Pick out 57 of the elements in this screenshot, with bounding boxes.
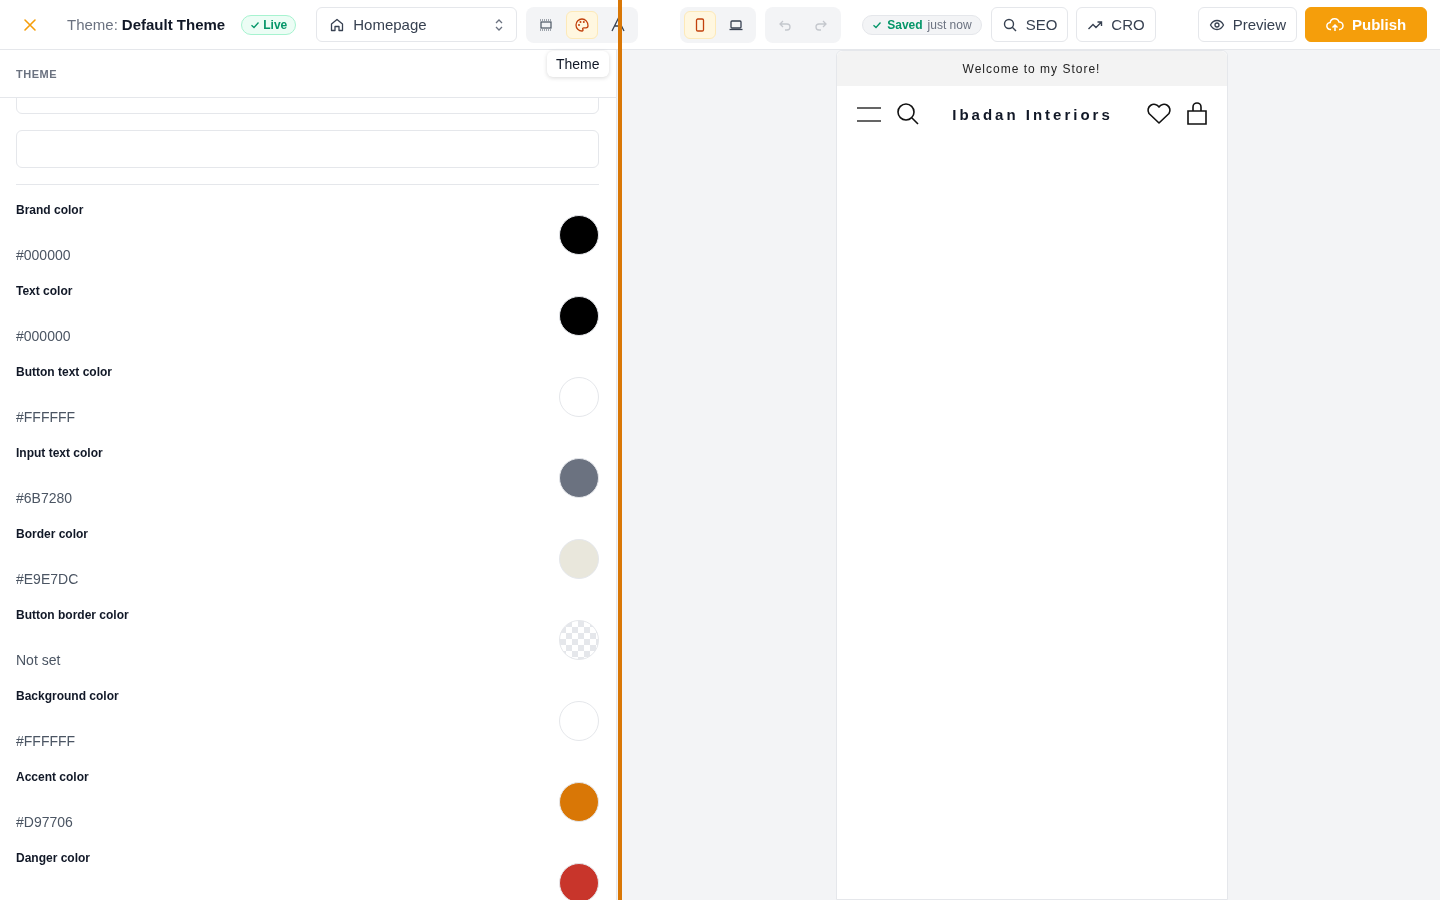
color-swatch[interactable] bbox=[559, 539, 599, 579]
font-icon bbox=[610, 16, 627, 33]
section-title: THEME bbox=[16, 67, 57, 80]
color-label: Danger color bbox=[16, 851, 90, 865]
search-icon[interactable] bbox=[895, 102, 920, 126]
color-label: Button border color bbox=[16, 608, 129, 622]
color-label: Text color bbox=[16, 284, 73, 298]
transparent-swatch[interactable] bbox=[559, 620, 599, 660]
resize-handle[interactable] bbox=[618, 0, 622, 900]
color-swatch[interactable] bbox=[559, 296, 599, 336]
color-swatch[interactable] bbox=[559, 458, 599, 498]
chevron-updown-icon bbox=[494, 17, 505, 32]
color-label: Accent color bbox=[16, 770, 89, 784]
palette-icon bbox=[574, 16, 591, 33]
color-swatch[interactable] bbox=[559, 782, 599, 822]
tooltip: Theme bbox=[547, 51, 609, 77]
color-value: #E9E7DC bbox=[16, 571, 80, 587]
color-swatch[interactable] bbox=[559, 701, 599, 741]
home-icon bbox=[329, 16, 346, 33]
preview-button[interactable]: Preview bbox=[1197, 7, 1297, 42]
search-icon bbox=[1001, 16, 1018, 33]
color-value: #000000 bbox=[16, 247, 72, 263]
color-label: Button text color bbox=[16, 365, 112, 379]
check-icon bbox=[250, 19, 261, 30]
cro-button[interactable]: CRO bbox=[1076, 7, 1156, 42]
mobile-view-button[interactable] bbox=[684, 10, 717, 39]
live-status: Live bbox=[263, 17, 288, 32]
color-value: #000000 bbox=[16, 328, 72, 344]
color-swatch[interactable] bbox=[559, 377, 599, 417]
announcement-text: Welcome to my Store! bbox=[962, 61, 1101, 76]
layout-icon bbox=[538, 16, 555, 33]
check-icon bbox=[872, 19, 883, 30]
color-swatch[interactable] bbox=[559, 215, 599, 255]
store-name: Ibadan Interiors bbox=[951, 105, 1114, 123]
save-time: just now bbox=[927, 17, 972, 32]
palette-tool-button[interactable] bbox=[566, 10, 599, 39]
seo-button[interactable]: SEO bbox=[990, 7, 1069, 42]
color-label: Background color bbox=[16, 689, 119, 703]
save-status: Saved bbox=[887, 17, 923, 32]
heart-icon[interactable] bbox=[1145, 103, 1172, 125]
color-label: Input text color bbox=[16, 446, 103, 460]
color-label: Border color bbox=[16, 527, 88, 541]
color-value: #D97706 bbox=[16, 814, 74, 830]
cloud-upload-icon bbox=[1326, 16, 1344, 33]
theme-label: Theme: bbox=[67, 16, 118, 33]
input-field[interactable] bbox=[16, 130, 599, 168]
menu-icon[interactable] bbox=[855, 105, 882, 123]
color-value: #6B7280 bbox=[16, 490, 74, 506]
color-label: Brand color bbox=[16, 203, 84, 217]
page-select[interactable]: Homepage bbox=[316, 7, 518, 42]
color-value: #FFFFFF bbox=[16, 409, 77, 425]
color-swatch[interactable] bbox=[559, 863, 599, 900]
shopping-bag-icon[interactable] bbox=[1185, 102, 1208, 126]
color-value: Not set bbox=[16, 652, 62, 668]
theme-name: Default Theme bbox=[121, 16, 226, 33]
close-icon bbox=[23, 17, 37, 32]
color-value: #FFFFFF bbox=[16, 733, 77, 749]
